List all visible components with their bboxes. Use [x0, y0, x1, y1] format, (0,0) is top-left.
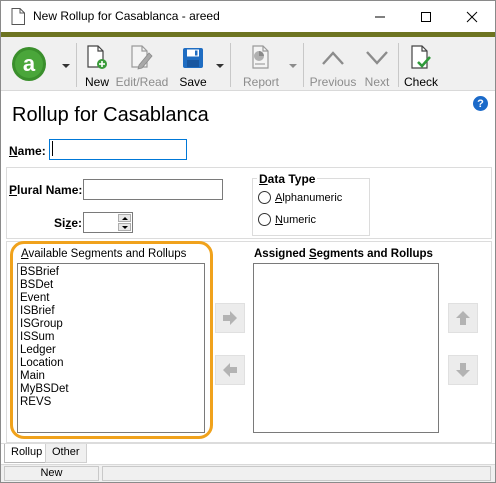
- arrow-down-icon: [122, 226, 128, 229]
- toolbar-separator: [303, 43, 304, 87]
- report-icon: [252, 45, 269, 69]
- radio-icon[interactable]: [258, 213, 271, 226]
- document-icon: [11, 8, 25, 25]
- tab-rollup[interactable]: Rollup: [4, 444, 50, 463]
- title-bar: New Rollup for Casablanca - areed: [1, 1, 495, 32]
- edit-icon: [131, 45, 153, 70]
- arrow-down-icon: [456, 363, 470, 377]
- arrow-up-icon: [456, 311, 470, 325]
- minimize-button[interactable]: [357, 1, 403, 32]
- app-logo-icon: a: [12, 47, 46, 81]
- available-items: BSBrief BSDet Event ISBrief ISGroup ISSum Ledg…: [20, 266, 69, 409]
- arrow-right-icon: [223, 311, 237, 325]
- list-item[interactable]: Ledger: [20, 344, 69, 357]
- arrow-up-icon: [122, 217, 128, 220]
- new-label: New: [84, 75, 109, 89]
- new-button[interactable]: New: [81, 37, 113, 91]
- check-button[interactable]: Check: [404, 37, 438, 91]
- assigned-segments-list[interactable]: [253, 263, 439, 433]
- next-button[interactable]: Next: [361, 37, 393, 91]
- help-icon[interactable]: ?: [473, 96, 488, 111]
- list-item[interactable]: ISGroup: [20, 318, 69, 331]
- alphanumeric-radio[interactable]: Alphanumeric: [258, 191, 342, 204]
- assign-button[interactable]: [215, 303, 245, 333]
- toolbar-separator: [398, 43, 399, 87]
- list-item[interactable]: BSDet: [20, 279, 69, 292]
- name-label: Name:: [9, 144, 46, 158]
- status-message: [102, 466, 491, 481]
- data-type-title: Data Type: [257, 172, 318, 186]
- name-field[interactable]: [49, 139, 187, 160]
- edit-read-label: Edit/Read: [115, 75, 169, 89]
- list-item[interactable]: Main: [20, 370, 69, 383]
- save-icon: [183, 48, 203, 68]
- save-dropdown-icon[interactable]: [216, 64, 224, 68]
- minimize-icon: [375, 16, 385, 17]
- plural-name-field[interactable]: [83, 179, 223, 200]
- plural-name-label: Plural Name:: [9, 183, 83, 197]
- list-item[interactable]: BSBrief: [20, 266, 69, 279]
- save-button[interactable]: Save: [177, 37, 209, 91]
- edit-read-button[interactable]: Edit/Read: [116, 37, 168, 91]
- available-segments-label: Available Segments and Rollups: [21, 248, 187, 260]
- numeric-radio[interactable]: Numeric: [258, 213, 316, 226]
- maximize-icon: [421, 11, 431, 22]
- size-label: Size:: [54, 216, 83, 230]
- toolbar-separator: [230, 43, 231, 87]
- radio-icon[interactable]: [258, 191, 271, 204]
- move-down-button[interactable]: [448, 355, 478, 385]
- window-title: New Rollup for Casablanca - areed: [33, 9, 220, 23]
- report-label: Report: [242, 75, 280, 89]
- data-type-group: [252, 178, 370, 236]
- tab-other[interactable]: Other: [45, 444, 87, 463]
- text-caret: [52, 141, 53, 156]
- toolbar-separator: [76, 43, 77, 87]
- list-item[interactable]: REVS: [20, 396, 69, 409]
- list-item[interactable]: ISSum: [20, 331, 69, 344]
- list-item[interactable]: Event: [20, 292, 69, 305]
- arrow-left-icon: [223, 363, 237, 377]
- report-button[interactable]: Report: [241, 37, 281, 91]
- maximize-button[interactable]: [403, 1, 449, 32]
- size-increment-button[interactable]: [118, 214, 131, 222]
- save-label: Save: [179, 75, 207, 89]
- report-dropdown-icon[interactable]: [289, 64, 297, 68]
- chevron-down-icon: [366, 51, 388, 65]
- previous-label: Previous: [309, 75, 357, 89]
- next-label: Next: [364, 75, 390, 89]
- size-stepper[interactable]: [83, 212, 133, 233]
- close-button[interactable]: [449, 1, 495, 32]
- move-up-button[interactable]: [448, 303, 478, 333]
- toolbar: a New Edit/Read Save Report Previous Nex…: [1, 37, 495, 91]
- svg-text:a: a: [23, 51, 36, 76]
- assigned-segments-label: Assigned Segments and Rollups: [254, 248, 433, 260]
- previous-button[interactable]: Previous: [310, 37, 356, 91]
- available-segments-list[interactable]: BSBrief BSDet Event ISBrief ISGroup ISSum Ledg…: [17, 263, 205, 433]
- new-document-icon: [87, 45, 107, 69]
- status-mode: New: [4, 466, 99, 481]
- list-item[interactable]: MyBSDet: [20, 383, 69, 396]
- list-item[interactable]: Location: [20, 357, 69, 370]
- app-menu-dropdown-icon[interactable]: [62, 64, 70, 68]
- alphanumeric-label: Alphanumeric: [275, 191, 343, 204]
- size-decrement-button[interactable]: [118, 223, 131, 231]
- chevron-up-icon: [322, 51, 344, 65]
- numeric-label: Numeric: [275, 213, 316, 226]
- app-window: New Rollup for Casablanca - areed a New …: [0, 0, 496, 483]
- app-menu-button[interactable]: a: [9, 37, 49, 91]
- close-icon: [466, 11, 478, 22]
- list-item[interactable]: ISBrief: [20, 305, 69, 318]
- check-document-icon: [411, 45, 431, 69]
- unassign-button[interactable]: [215, 355, 245, 385]
- page-title: Rollup for Casablanca: [12, 104, 209, 126]
- check-label: Check: [404, 75, 439, 89]
